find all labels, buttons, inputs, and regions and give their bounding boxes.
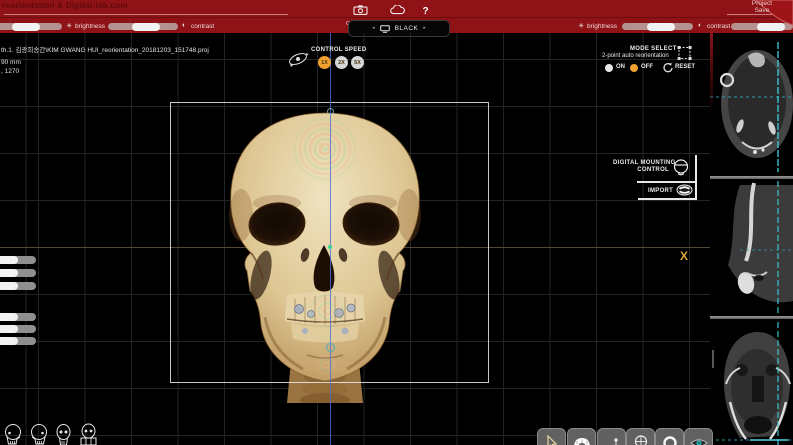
mode-reset-button[interactable]: RESET xyxy=(675,64,695,70)
info-value: , 1270 xyxy=(1,68,19,75)
camera-icon xyxy=(353,5,368,15)
landmark-x-marker: X xyxy=(680,249,688,263)
axis-marker-top xyxy=(327,108,334,115)
sun-icon: ☀ xyxy=(578,22,584,30)
adjust-slider[interactable] xyxy=(0,325,36,333)
face-scan-icon xyxy=(632,434,650,445)
measure-icon xyxy=(602,435,622,445)
denture-tool-button[interactable] xyxy=(567,428,596,445)
mode-off-toggle[interactable] xyxy=(630,64,638,72)
skull-frontal-icon xyxy=(52,422,75,445)
visibility-tool-button[interactable] xyxy=(684,428,713,445)
adjust-slider[interactable] xyxy=(0,313,36,321)
speed-5x-button[interactable]: 5X xyxy=(351,56,364,69)
rotate-icon[interactable] xyxy=(662,62,673,73)
mode-off-label: OFF xyxy=(641,64,653,70)
eye-icon xyxy=(689,436,709,445)
digital-mounting-title1[interactable]: DIGITAL MOUNTING xyxy=(613,160,669,166)
next-arrow-icon[interactable]: ▸ xyxy=(423,26,426,31)
measure-tool-button[interactable] xyxy=(597,428,626,445)
project-file-path: th.1. 김광희송간\KIM GWANG HUI_reorientation_… xyxy=(1,44,209,54)
crosshair-center-dot[interactable] xyxy=(328,245,332,249)
rotate-3d-icon xyxy=(286,48,310,70)
head-scan-icon xyxy=(672,158,690,177)
slice-divider xyxy=(710,176,793,179)
display-mode-label: BLACK xyxy=(395,25,419,32)
loupe-tool-button[interactable] xyxy=(655,428,684,445)
info-mm: 90 mm xyxy=(1,59,21,66)
digital-mounting-title2[interactable]: CONTROL xyxy=(613,167,669,173)
loupe-icon xyxy=(661,434,679,445)
brightness-slider-handle[interactable] xyxy=(12,23,40,31)
cloud-icon xyxy=(390,5,405,15)
contrast-slider-handle[interactable] xyxy=(132,23,160,31)
skull-frontal-button[interactable] xyxy=(52,422,75,445)
skull-lateral-right-button[interactable] xyxy=(27,422,50,445)
question-icon: ? xyxy=(418,5,433,15)
cursor-tool-button[interactable] xyxy=(537,428,566,445)
denture-icon xyxy=(572,436,592,445)
brightness-slider[interactable] xyxy=(0,23,62,30)
cursor-icon xyxy=(543,434,561,445)
speed-1x-button[interactable]: 1X xyxy=(318,56,331,69)
half-circle-icon: ◐ xyxy=(182,22,186,29)
slice-divider xyxy=(710,316,793,319)
skull-mounted-icon xyxy=(77,422,100,445)
mode-on-toggle[interactable] xyxy=(605,64,613,72)
skull-lateral-left-icon xyxy=(2,422,25,445)
top-toolbar: reorientation & Digital-lab.com ☀ bright… xyxy=(0,0,793,33)
half-circle-icon: ◐ xyxy=(698,22,702,29)
axial-slice-thumbnail[interactable] xyxy=(710,38,793,175)
brightness-slider[interactable] xyxy=(622,23,693,30)
mode-select-subtitle: 2-point auto reorientation xyxy=(602,53,669,59)
application-window: reorientation & Digital-lab.com ☀ bright… xyxy=(0,0,793,445)
axis-marker-bottom[interactable] xyxy=(326,343,335,352)
brightness-label: brightness xyxy=(75,23,105,30)
prev-arrow-icon[interactable]: ◂ xyxy=(372,26,375,31)
slice-sidebar xyxy=(710,33,793,445)
contrast-label: contrast xyxy=(191,23,214,30)
vertical-axis-line xyxy=(330,33,331,445)
adjust-slider[interactable] xyxy=(0,282,36,290)
monitor-icon xyxy=(380,25,390,33)
denture-icon xyxy=(676,184,693,196)
project-save-button[interactable]: Project Save xyxy=(742,0,782,14)
sun-icon: ☀ xyxy=(66,22,72,30)
speed-2x-button[interactable]: 2X xyxy=(335,56,348,69)
mode-select-title: MODE SELECT xyxy=(630,46,677,52)
brightness-slider-handle[interactable] xyxy=(647,23,675,31)
brightness-label: brightness xyxy=(587,23,617,30)
adjust-slider[interactable] xyxy=(0,256,36,264)
sidebar-red-accent xyxy=(710,33,713,113)
control-speed-label: CONTROL SPEED xyxy=(311,47,366,53)
mode-on-label: ON xyxy=(616,64,625,70)
dashed-region-icon xyxy=(675,45,693,61)
app-title: reorientation & Digital-lab.com xyxy=(2,1,128,10)
coronal-slice-thumbnail[interactable] xyxy=(710,322,793,445)
contrast-slider[interactable] xyxy=(108,23,178,30)
toolbar-divider xyxy=(4,14,288,15)
svg-text:?: ? xyxy=(422,6,428,15)
adjust-slider[interactable] xyxy=(0,269,36,277)
skull-lateral-left-button[interactable] xyxy=(2,422,25,445)
face-scan-tool-button[interactable] xyxy=(626,428,655,445)
sagittal-slice-thumbnail[interactable] xyxy=(710,181,793,316)
skull-lateral-right-icon xyxy=(27,422,50,445)
skull-mounted-button[interactable] xyxy=(77,422,100,445)
adjust-slider[interactable] xyxy=(0,337,36,345)
import-button[interactable]: IMPORT xyxy=(648,188,673,194)
contrast-label: contrast xyxy=(707,23,730,30)
